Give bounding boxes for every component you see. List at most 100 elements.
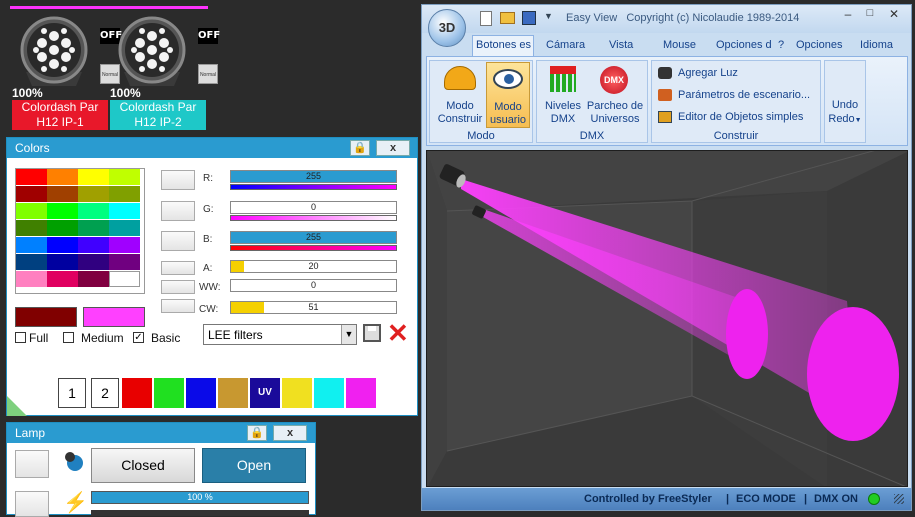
preset-color-swatch[interactable]	[186, 378, 216, 408]
color-palette[interactable]	[15, 168, 145, 294]
modo-usuario-button[interactable]: Modo usuario	[486, 62, 530, 128]
palette-cell[interactable]	[78, 203, 109, 219]
chevron-down-icon: ▼	[341, 325, 356, 344]
channel-slider[interactable]: 255	[230, 170, 397, 183]
palette-cell[interactable]	[47, 169, 78, 185]
parcheo-button[interactable]: DMX Parcheo de Universos	[586, 62, 644, 128]
preset-color-swatch[interactable]	[314, 378, 344, 408]
agregar-luz-button[interactable]: Agregar Luz	[656, 65, 816, 83]
channel-slider[interactable]: 20	[230, 260, 397, 273]
3d-viewport[interactable]	[426, 150, 908, 487]
palette-cell[interactable]	[16, 271, 47, 287]
minimize-button[interactable]: –	[838, 7, 858, 25]
channel-button-b[interactable]	[161, 231, 195, 251]
palette-cell[interactable]	[47, 254, 78, 270]
palette-cell[interactable]	[109, 254, 140, 270]
channel-slider[interactable]: 0	[230, 201, 397, 214]
channel-slider[interactable]: 255	[230, 231, 397, 244]
new-file-icon[interactable]	[480, 11, 492, 26]
palette-cell[interactable]	[47, 220, 78, 236]
resize-grip-icon[interactable]	[894, 494, 904, 504]
palette-cell[interactable]	[78, 220, 109, 236]
ribbon-tab[interactable]: Mouse	[663, 39, 696, 51]
maximize-button[interactable]: □	[860, 7, 880, 25]
palette-cell[interactable]	[78, 186, 109, 202]
palette-cell[interactable]	[16, 254, 47, 270]
option-checkbox[interactable]	[63, 332, 74, 343]
filter-select[interactable]: LEE filters ▼	[203, 324, 357, 345]
close-button[interactable]: x	[376, 140, 410, 156]
palette-cell[interactable]	[109, 203, 140, 219]
option-checkbox[interactable]: ✓	[133, 332, 144, 343]
channel-button-g[interactable]	[161, 201, 195, 221]
channel-button-ww[interactable]	[161, 280, 195, 294]
open-folder-icon[interactable]	[500, 12, 515, 24]
preset-color-swatch[interactable]	[346, 378, 376, 408]
lock-icon[interactable]: 🔒	[247, 425, 267, 441]
palette-cell[interactable]	[16, 237, 47, 253]
fixture-1[interactable]: OFF Normal 100% Colordash Par H12 IP-1	[10, 0, 122, 130]
palette-cell[interactable]	[16, 220, 47, 236]
channel-label: CW:	[199, 304, 219, 315]
close-button[interactable]: x	[273, 425, 307, 441]
channel-value: 0	[310, 280, 316, 290]
ribbon-tab[interactable]: Vista	[609, 39, 633, 51]
palette-cell[interactable]	[78, 237, 109, 253]
preset-number-button[interactable]: 1	[58, 378, 86, 408]
redo-button[interactable]: Redo▼	[826, 113, 864, 125]
save-icon[interactable]	[363, 324, 381, 342]
palette-cell[interactable]	[109, 186, 140, 202]
save-icon[interactable]	[522, 11, 536, 25]
undo-button[interactable]: Undo	[826, 99, 864, 111]
preset-number-button[interactable]: 2	[91, 378, 119, 408]
parametros-button[interactable]: Parámetros de escenario...	[656, 87, 816, 105]
preset-color-swatch[interactable]	[122, 378, 152, 408]
preset-color-swatch[interactable]	[154, 378, 184, 408]
quick-access-dropdown-icon[interactable]: ▼	[544, 11, 553, 21]
palette-cell[interactable]	[47, 203, 78, 219]
dimmer-progress[interactable]: 100 %	[91, 491, 309, 504]
modo-construir-button[interactable]: Modo Construir	[434, 62, 486, 128]
ribbon-tab[interactable]: Cámara	[546, 39, 585, 51]
niveles-dmx-button[interactable]: Niveles DMX	[540, 62, 586, 128]
shutter-button[interactable]	[15, 450, 49, 478]
resize-grip-icon[interactable]	[7, 396, 27, 416]
palette-cell[interactable]	[109, 169, 140, 185]
ribbon-tab[interactable]: Opciones	[796, 39, 842, 51]
dimmer-button[interactable]	[15, 491, 49, 517]
preset-color-swatch[interactable]: UV	[250, 378, 280, 408]
palette-cell[interactable]	[109, 237, 140, 253]
channel-slider[interactable]: 51	[230, 301, 397, 314]
fixture-2[interactable]: OFF Normal 100% Colordash Par H12 IP-2	[108, 0, 220, 130]
option-checkbox[interactable]	[15, 332, 26, 343]
palette-cell[interactable]	[47, 186, 78, 202]
closed-button[interactable]: Closed	[91, 448, 195, 483]
close-window-button[interactable]: ✕	[884, 7, 904, 25]
palette-cell[interactable]	[78, 271, 109, 287]
preset-color-swatch[interactable]	[218, 378, 248, 408]
status-dmx: DMX ON	[814, 493, 858, 505]
app-orb-icon[interactable]: 3D	[428, 9, 466, 47]
palette-cell[interactable]	[16, 203, 47, 219]
palette-cell[interactable]	[78, 254, 109, 270]
ribbon-tab[interactable]: Idioma	[860, 39, 893, 51]
palette-cell[interactable]	[109, 271, 140, 287]
ribbon-tab[interactable]: Botones es	[476, 39, 531, 51]
ribbon-tab[interactable]: ?	[778, 39, 784, 51]
delete-icon[interactable]: ✕	[387, 320, 409, 346]
lock-icon[interactable]: 🔒	[350, 140, 370, 156]
palette-cell[interactable]	[109, 220, 140, 236]
channel-slider[interactable]: 0	[230, 279, 397, 292]
channel-button-r[interactable]	[161, 170, 195, 190]
ribbon-tab[interactable]: Opciones d	[716, 39, 772, 51]
preset-color-swatch[interactable]	[282, 378, 312, 408]
editor-button[interactable]: Editor de Objetos simples	[656, 109, 816, 127]
palette-cell[interactable]	[16, 186, 47, 202]
palette-cell[interactable]	[47, 237, 78, 253]
palette-cell[interactable]	[47, 271, 78, 287]
channel-button-a[interactable]	[161, 261, 195, 275]
palette-cell[interactable]	[16, 169, 47, 185]
channel-button-cw[interactable]	[161, 299, 195, 313]
palette-cell[interactable]	[78, 169, 109, 185]
open-button[interactable]: Open	[202, 448, 306, 483]
